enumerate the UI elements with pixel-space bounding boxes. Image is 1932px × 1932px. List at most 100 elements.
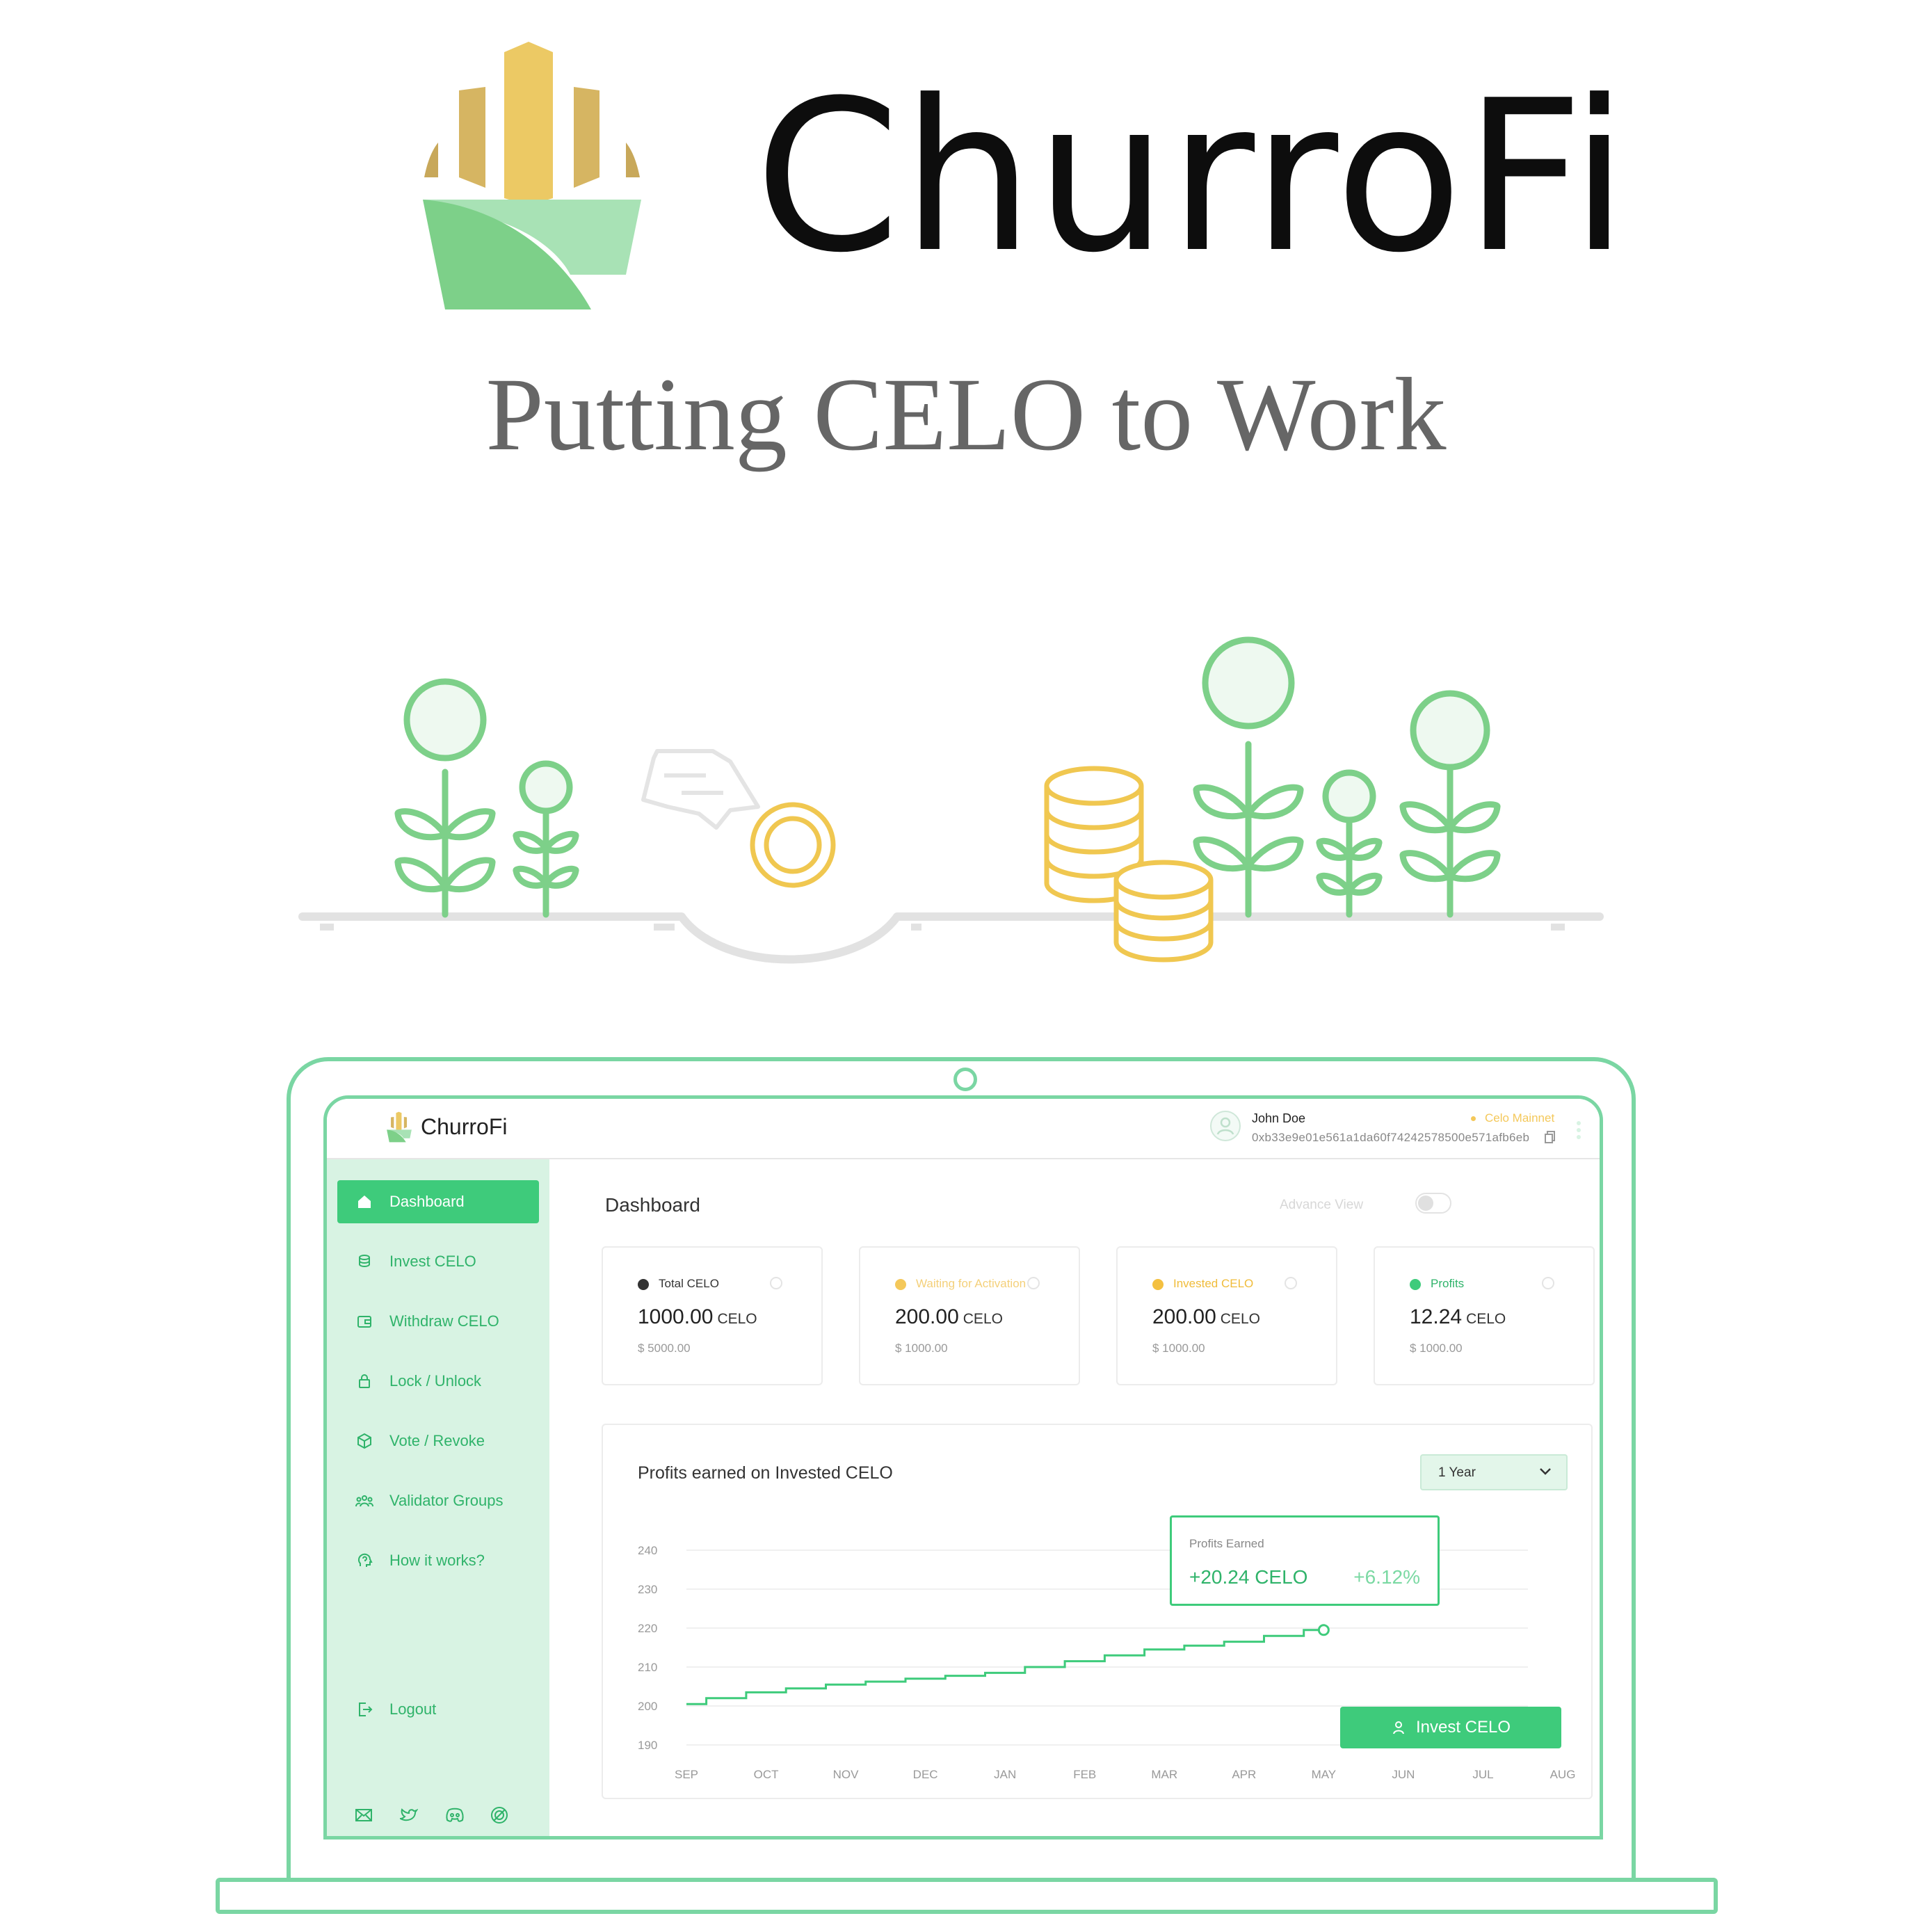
wallet-address: 0xb33e9e01e561a1da60f74242578500e571afb6… [1252,1131,1530,1144]
stat-usd: $ 1000.00 [1410,1342,1463,1355]
x-tick-label: MAY [1312,1768,1337,1781]
x-tick-label: DEC [913,1768,938,1781]
x-tick-label: FEB [1073,1768,1096,1781]
wallet-icon [355,1312,374,1331]
stat-label: Total CELO [659,1277,719,1290]
user-icon [1216,1117,1234,1135]
sidebar-item-how-it-works[interactable]: How it works? [337,1539,539,1582]
sidebar-item-label: Validator Groups [389,1492,504,1509]
stat-label: Waiting for Activation [916,1277,1027,1290]
stat-card-profits: Profits 12.24 CELO $ 1000.00 [1374,1246,1595,1385]
sidebar-item-lock[interactable]: Lock / Unlock [337,1360,539,1403]
chart-tooltip: Profits Earned +20.24 CELO +6.12% [1170,1515,1440,1606]
sidebar-item-dashboard[interactable]: Dashboard [337,1180,539,1223]
user-avatar[interactable] [1210,1111,1241,1141]
network-status-dot [1471,1116,1476,1121]
stat-amount: 12.24 CELO [1410,1305,1506,1328]
app-screen: ChurroFi John Doe 0xb33e9e01e561a1da60f7… [323,1095,1603,1840]
sidebar-item-withdraw[interactable]: Withdraw CELO [337,1300,539,1343]
stat-usd: $ 1000.00 [1152,1342,1205,1355]
y-tick-label: 240 [638,1544,657,1557]
y-tick-label: 190 [638,1739,657,1752]
x-tick-label: SEP [675,1768,698,1781]
info-icon[interactable] [1285,1277,1297,1289]
status-dot [1410,1279,1421,1290]
stat-label: Profits [1431,1277,1465,1290]
status-dot [1152,1279,1164,1290]
home-icon [355,1192,374,1211]
twitter-icon[interactable] [400,1806,418,1824]
profits-chart-card: Profits earned on Invested CELO 1 Year 1… [602,1424,1593,1799]
y-tick-label: 210 [638,1661,657,1674]
stat-amount: 1000.00 CELO [638,1305,757,1328]
y-tick-label: 200 [638,1700,657,1713]
more-vertical-icon[interactable] [1575,1120,1582,1141]
advance-view-toggle[interactable] [1415,1193,1451,1214]
invest-button-label: Invest CELO [1415,1718,1511,1737]
sidebar-item-label: Dashboard [389,1193,465,1210]
page-title: Dashboard [605,1194,700,1216]
y-tick-label: 230 [638,1583,657,1596]
x-tick-label: NOV [833,1768,860,1781]
laptop-base [216,1878,1718,1914]
link-icon[interactable] [490,1806,508,1824]
user-name: John Doe [1252,1111,1306,1125]
mail-icon[interactable] [355,1806,373,1824]
invest-icon [1392,1721,1404,1734]
logout-icon [355,1700,374,1719]
sidebar-item-invest[interactable]: Invest CELO [337,1240,539,1283]
group-icon [355,1491,374,1511]
tooltip-value: +20.24 CELO [1189,1566,1308,1588]
churrofi-logo-icon [423,42,641,309]
stat-amount: 200.00 CELO [895,1305,1003,1328]
sidebar-item-label: Invest CELO [389,1253,476,1270]
stat-card-waiting: Waiting for Activation 200.00 CELO $ 1000… [859,1246,1080,1385]
info-icon[interactable] [1542,1277,1554,1289]
stat-amount: 200.00 CELO [1152,1305,1260,1328]
series-end-point [1317,1624,1330,1636]
info-icon[interactable] [1027,1277,1040,1289]
coins-icon [355,1252,374,1271]
discord-icon[interactable] [445,1806,465,1824]
logout-button[interactable]: Logout [337,1688,539,1731]
sidebar-item-vote[interactable]: Vote / Revoke [337,1419,539,1463]
sidebar-item-validator-groups[interactable]: Validator Groups [337,1479,539,1522]
info-icon[interactable] [770,1277,782,1289]
x-tick-label: JAN [994,1768,1016,1781]
tooltip-label: Profits Earned [1189,1537,1264,1550]
brand-wordmark: ChurroFi [755,56,1630,298]
x-tick-label: AUG [1550,1768,1576,1781]
stat-usd: $ 1000.00 [895,1342,948,1355]
sidebar-item-label: Vote / Revoke [389,1432,485,1449]
sidebar-item-label: How it works? [389,1552,485,1569]
network-label: Celo Mainnet [1485,1111,1555,1125]
tooltip-percent: +6.12% [1353,1566,1420,1588]
growth-illustration [298,636,1604,964]
lock-icon [355,1371,374,1391]
advance-view-label: Advance View [1280,1198,1364,1212]
stat-card-total: Total CELO 1000.00 CELO $ 5000.00 [602,1246,823,1385]
sidebar-item-label: Lock / Unlock [389,1372,482,1390]
x-tick-label: JUL [1472,1768,1493,1781]
app-logo-text: ChurroFi [421,1114,508,1139]
x-tick-label: JUN [1392,1768,1415,1781]
stat-label: Invested CELO [1173,1277,1254,1290]
invest-celo-button[interactable]: Invest CELO [1340,1707,1561,1748]
cube-icon [355,1431,374,1451]
x-tick-label: OCT [754,1768,779,1781]
status-dot [638,1279,649,1290]
logout-label: Logout [389,1700,437,1718]
app-logo-icon [387,1111,412,1143]
main-content: Dashboard Advance View Total CELO 1000.0… [549,1159,1600,1836]
status-dot [895,1279,906,1290]
y-tick-label: 220 [638,1622,657,1635]
stat-usd: $ 5000.00 [638,1342,691,1355]
stat-card-invested: Invested CELO 200.00 CELO $ 1000.00 [1116,1246,1337,1385]
copy-icon[interactable] [1544,1130,1556,1144]
tagline: Putting CELO to Work [485,357,1447,472]
help-icon [355,1551,374,1570]
top-bar: ChurroFi John Doe 0xb33e9e01e561a1da60f7… [327,1099,1600,1159]
sidebar: Dashboard Invest CELO Withdraw CELO Lock… [327,1159,549,1836]
camera-icon [953,1068,977,1091]
x-tick-label: MAR [1151,1768,1177,1781]
